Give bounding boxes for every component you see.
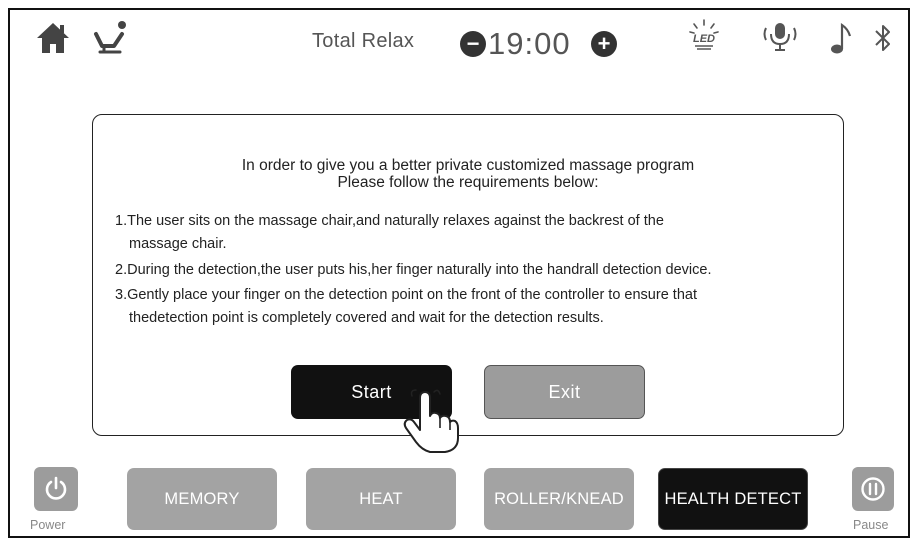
led-text: LED (693, 33, 715, 45)
requirement-3-continued: thedetection point is completely covered… (129, 310, 604, 326)
timer-display: 19:00 (488, 26, 571, 61)
voice-microphone-icon[interactable] (761, 20, 799, 54)
exit-button[interactable]: Exit (484, 365, 645, 419)
power-label: Power (30, 518, 66, 532)
heat-mode-button[interactable]: HEAT (306, 468, 456, 530)
dialog-subtitle: Please follow the requirements below: (337, 174, 599, 191)
requirement-1-continued: massage chair. (129, 236, 227, 252)
bluetooth-icon[interactable] (873, 22, 893, 54)
decrease-time-button[interactable]: − (460, 31, 486, 57)
program-name: Total Relax (312, 30, 415, 52)
requirement-2: 2.During the detection,the user puts his… (115, 262, 712, 278)
roller-knead-mode-button[interactable]: ROLLER/KNEAD (484, 468, 634, 530)
requirement-3: 3.Gently place your finger on the detect… (115, 287, 697, 303)
power-button[interactable] (34, 467, 78, 511)
requirement-1: 1.The user sits on the massage chair,and… (115, 213, 664, 229)
pointing-hand-icon (403, 389, 459, 453)
led-light-icon[interactable]: LED (687, 18, 721, 52)
power-icon (45, 476, 67, 500)
health-detect-dialog: In order to give you a better private cu… (92, 114, 844, 436)
dialog-title: In order to give you a better private cu… (241, 157, 695, 174)
home-icon[interactable] (35, 20, 71, 56)
pause-icon (861, 477, 885, 501)
pause-label: Pause (853, 518, 889, 532)
recline-chair-icon[interactable] (92, 20, 130, 56)
increase-time-button[interactable]: + (591, 31, 617, 57)
music-note-icon[interactable] (830, 22, 852, 56)
memory-mode-button[interactable]: MEMORY (127, 468, 277, 530)
pause-button[interactable] (852, 467, 894, 511)
health-detect-mode-button[interactable]: HEALTH DETECT (658, 468, 808, 530)
